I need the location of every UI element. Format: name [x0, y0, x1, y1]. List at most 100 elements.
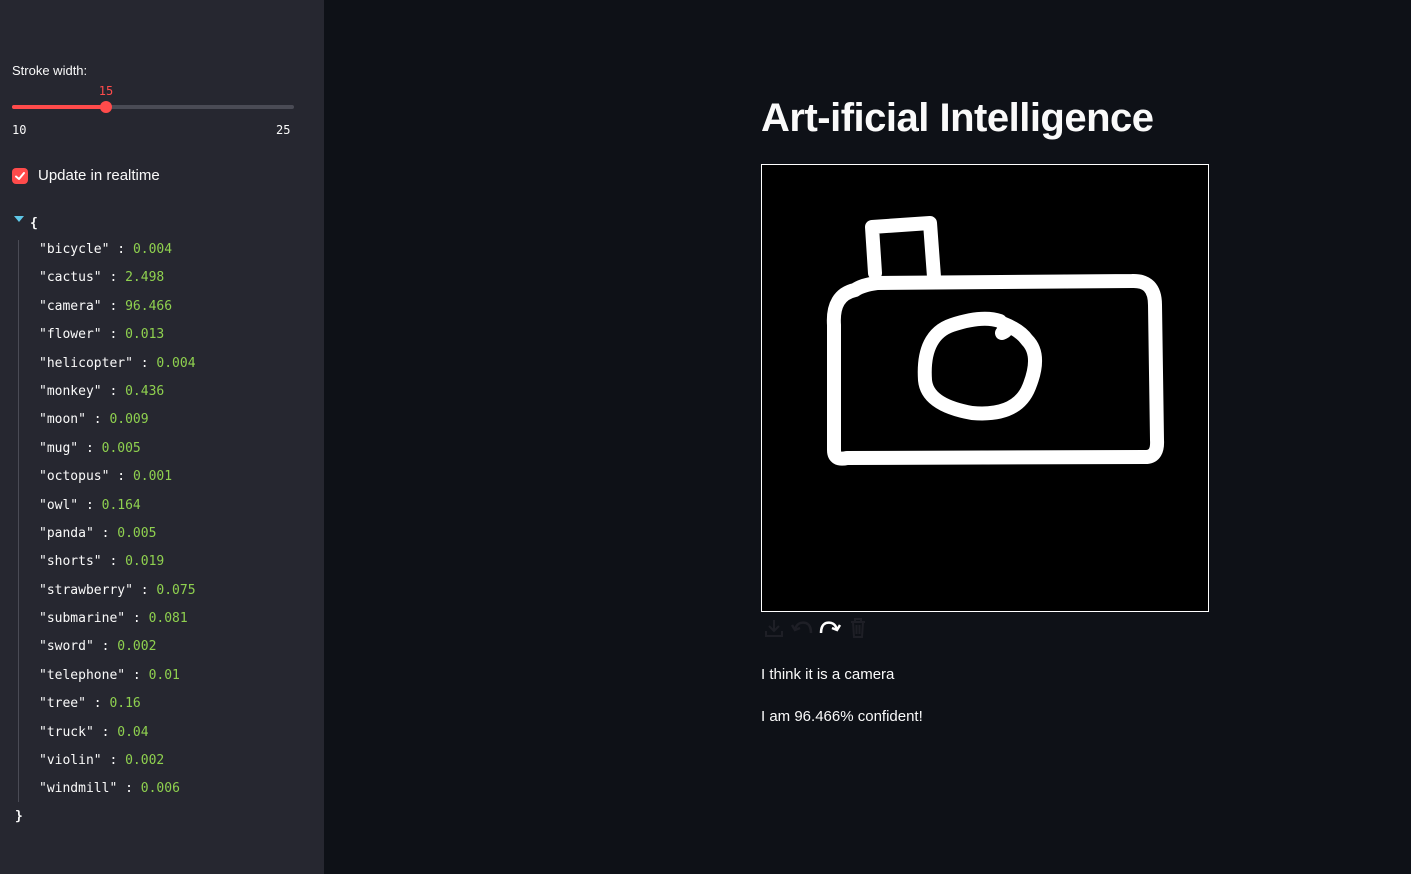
json-entry: "bicycle" : 0.004	[39, 242, 196, 270]
download-icon[interactable]	[761, 616, 787, 640]
json-value: 0.005	[117, 525, 157, 541]
json-key: "cactus"	[39, 270, 102, 286]
camera-sketch	[826, 216, 1165, 466]
json-key: "submarine"	[39, 611, 126, 627]
json-key: "telephone"	[39, 667, 126, 683]
drawing-canvas[interactable]	[761, 164, 1209, 612]
json-entry: "truck" : 0.04	[39, 725, 196, 753]
json-entry: "tree" : 0.16	[39, 696, 196, 724]
checkbox-label: Update in realtime	[38, 167, 160, 184]
slider-max-label: 25	[276, 123, 291, 137]
json-entries: "bicycle" : 0.004 "cactus" : 2.498 "camera…	[39, 242, 196, 810]
json-value: 0.001	[132, 469, 173, 485]
json-key: "camera"	[39, 298, 102, 314]
json-key: "bicycle"	[39, 242, 110, 257]
json-colon: :	[93, 724, 118, 740]
json-indent-guide	[18, 240, 19, 802]
json-key: "moon"	[39, 412, 86, 428]
json-value: 0.01	[148, 667, 180, 683]
json-value: 0.075	[156, 582, 196, 598]
json-value: 0.009	[109, 412, 149, 428]
json-colon: :	[78, 440, 102, 456]
json-value: 0.436	[125, 383, 165, 399]
json-key: "windmill"	[39, 781, 118, 797]
json-entry: "flower" : 0.013	[39, 327, 196, 355]
json-entry: "mug" : 0.005	[39, 441, 196, 469]
json-value: 2.498	[125, 270, 165, 286]
json-key: "shorts"	[39, 554, 102, 570]
json-value: 0.081	[148, 611, 188, 627]
json-entry: "monkey" : 0.436	[39, 384, 196, 412]
json-colon: :	[117, 781, 141, 797]
json-entry: "cactus" : 2.498	[39, 270, 196, 298]
undo-icon[interactable]	[789, 616, 815, 640]
json-key: "truck"	[39, 724, 94, 740]
page-title: Art-ificial Intelligence	[761, 96, 1154, 140]
json-colon: :	[125, 667, 149, 683]
json-key: "monkey"	[39, 383, 102, 399]
json-value: 0.004	[132, 242, 173, 257]
json-entry: "panda" : 0.005	[39, 526, 196, 554]
json-key: "helicopter"	[39, 355, 133, 371]
json-value: 0.004	[156, 355, 196, 371]
json-value: 0.164	[101, 497, 141, 513]
json-close-brace: }	[15, 809, 23, 824]
json-colon: :	[101, 554, 126, 570]
json-value: 96.466	[125, 298, 173, 314]
json-colon: :	[109, 242, 133, 257]
trash-icon[interactable]	[845, 616, 871, 640]
json-entry: "octopus" : 0.001	[39, 469, 196, 497]
json-key: "octopus"	[39, 469, 110, 485]
prediction-text: I think it is a camera	[761, 666, 895, 683]
json-colon: :	[78, 497, 102, 513]
json-colon: :	[101, 753, 126, 769]
json-entry: "moon" : 0.009	[39, 412, 196, 440]
stroke-width-slider[interactable]	[12, 101, 294, 113]
checkbox-checked-icon[interactable]	[12, 167, 28, 184]
json-key: "violin"	[39, 753, 102, 769]
json-value: 0.002	[117, 639, 157, 655]
json-value: 0.002	[125, 753, 165, 769]
json-value: 0.04	[117, 724, 149, 740]
canvas-toolbar	[761, 616, 871, 640]
json-key: "strawberry"	[39, 582, 133, 598]
json-entry: "strawberry" : 0.075	[39, 583, 196, 611]
json-entry: "submarine" : 0.081	[39, 611, 196, 639]
slider-fill	[12, 105, 106, 109]
sidebar: Stroke width: 15 10 25 Update in realtim…	[0, 0, 324, 874]
json-value: 0.16	[109, 696, 141, 712]
json-colon: :	[85, 696, 110, 712]
confidence-text: I am 96.466% confident!	[761, 708, 923, 725]
json-value: 0.005	[101, 440, 141, 456]
json-colon: :	[109, 469, 133, 485]
realtime-update-checkbox[interactable]: Update in realtime	[12, 167, 160, 184]
json-open-brace: {	[30, 216, 38, 231]
json-colon: :	[101, 298, 126, 314]
json-entry: "helicopter" : 0.004	[39, 356, 196, 384]
json-key: "flower"	[39, 327, 102, 343]
stroke-width-value: 15	[98, 84, 114, 98]
slider-min-label: 10	[12, 123, 27, 137]
json-entry: "telephone" : 0.01	[39, 668, 196, 696]
json-colon: :	[125, 611, 149, 627]
json-colon: :	[101, 270, 126, 286]
json-value: 0.019	[125, 554, 165, 570]
collapse-caret-icon[interactable]	[14, 216, 24, 222]
json-entry: "shorts" : 0.019	[39, 554, 196, 582]
json-colon: :	[101, 383, 126, 399]
json-colon: :	[85, 412, 110, 428]
json-value: 0.006	[140, 781, 180, 797]
json-key: "owl"	[39, 497, 79, 513]
stroke-width-label: Stroke width:	[12, 63, 88, 78]
json-colon: :	[132, 355, 157, 371]
json-colon: :	[101, 327, 126, 343]
json-entry: "camera" : 96.466	[39, 299, 196, 327]
json-entry: "sword" : 0.002	[39, 639, 196, 667]
redo-icon[interactable]	[817, 616, 843, 640]
json-entry: "owl" : 0.164	[39, 498, 196, 526]
json-colon: :	[93, 525, 118, 541]
json-colon: :	[132, 582, 157, 598]
json-key: "tree"	[39, 696, 86, 712]
slider-thumb[interactable]	[99, 101, 112, 113]
json-entry: "windmill" : 0.006	[39, 781, 196, 809]
